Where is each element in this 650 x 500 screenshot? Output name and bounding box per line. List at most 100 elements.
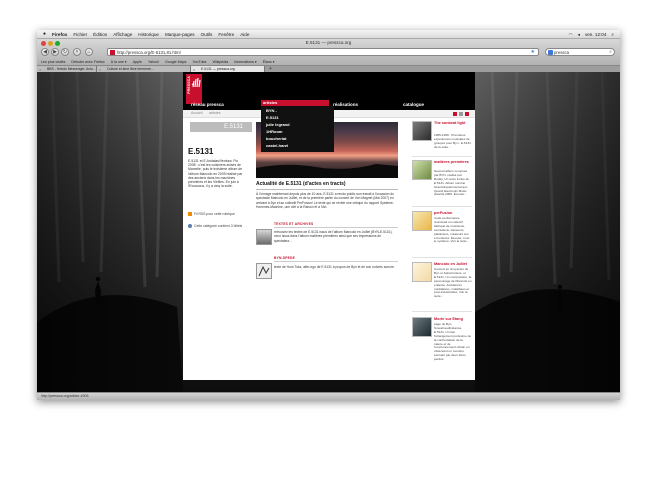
dropdown-item[interactable]: 1HRoom [266, 129, 282, 134]
home-button[interactable]: ⌂ [85, 48, 93, 56]
right-item-thumbnail[interactable] [412, 121, 432, 141]
bookmark-item[interactable]: Yahoo! [148, 60, 159, 64]
red-square-icon[interactable] [465, 112, 469, 116]
apple-icon[interactable]: ● [43, 31, 46, 37]
left-description: E.5131 et E.Andalas/Ventura. Fin 2008 : … [188, 159, 243, 189]
right-item-title[interactable]: perFusion [434, 211, 472, 215]
nav-reseau-pressca[interactable]: réseau pressca [191, 102, 224, 107]
bookmarks-bar: Les plus visités Débuter avec Firefox À … [37, 58, 620, 65]
rss-icon [188, 212, 192, 217]
section-text: retrouvez les textes de E.5131 issus de … [274, 230, 393, 243]
section-thumbnail[interactable] [256, 229, 272, 245]
menu-clock[interactable]: ven. 12:04 [585, 32, 606, 37]
tab-label: BBS - Hebdo Messenger, Actu... [47, 67, 96, 71]
gray-square-icon[interactable] [459, 112, 463, 116]
section-heading: TEXTES ET ARCHIVES [274, 222, 314, 226]
rss-link[interactable]: Fil RSS pour cette rubrique [188, 212, 248, 217]
hand-logo-icon [191, 77, 201, 88]
navigation-toolbar: ◀ ▶ ↻ × ⌂ http://pressca.org/E-5131,81.h… [37, 48, 620, 57]
left-title-bar: E.5131 [190, 122, 252, 132]
bookmark-item[interactable]: Wikipédia [213, 60, 229, 64]
bookmark-item[interactable]: À la une ▾ [111, 60, 127, 64]
bookmark-item[interactable]: Apple [133, 60, 142, 64]
pressca-logo[interactable]: PRESSCA [186, 74, 202, 104]
right-item-text: page de Byn, Smeall.audinstanca, E.5131.… [434, 322, 472, 362]
bookmark-star-icon[interactable]: ★ [531, 49, 535, 55]
search-text: pressca [554, 49, 570, 55]
wifi-icon[interactable]: ◠ [569, 32, 573, 38]
dropdown-item[interactable]: BYN - [266, 108, 277, 113]
search-engine-icon[interactable] [548, 50, 553, 55]
category-info-label: Cette catégorie contient 3 billets [194, 224, 243, 228]
spotlight-icon[interactable]: ⌕ [611, 32, 614, 37]
search-input[interactable]: pressca ⌕ [545, 48, 615, 56]
menu-item-affichage[interactable]: Affichage [113, 32, 132, 37]
right-item-text: 1965-1996 : Premières expériences musica… [434, 133, 471, 149]
volume-icon[interactable]: ◂ [578, 32, 580, 38]
section-thumbnail[interactable] [256, 263, 272, 279]
nav-artistes[interactable]: artistes [263, 100, 277, 105]
page-title: E.5131 [188, 147, 214, 156]
dropdown-item[interactable]: E.5131 [266, 115, 279, 120]
bookmark-item[interactable]: Google Maps [165, 60, 186, 64]
back-button[interactable]: ◀ [41, 48, 49, 56]
divider [274, 227, 398, 228]
menu-item-edition[interactable]: Édition [93, 32, 107, 37]
site-header: PRESSCA réseau pressca artistes réalisat… [183, 72, 475, 110]
menu-app-name[interactable]: Firefox [52, 32, 67, 37]
right-item-text: Cette performance réunissait un collecti… [434, 216, 470, 244]
search-icon[interactable]: ⌕ [609, 49, 612, 55]
forward-button[interactable]: ▶ [51, 48, 59, 56]
stop-icon[interactable]: × [73, 48, 81, 56]
divider [412, 311, 472, 312]
breadcrumb-home[interactable]: Accueil [191, 111, 203, 115]
nav-realisations[interactable]: réalisations [333, 102, 358, 107]
divider [412, 257, 472, 258]
tab-strip: × BBS - Hebdo Messenger, Actu... × Cultu… [37, 65, 620, 73]
rss-link-label: Fil RSS pour cette rubrique [194, 212, 235, 216]
divider [274, 261, 398, 262]
bookmark-item[interactable]: Débuter avec Firefox [71, 60, 104, 64]
url-input[interactable]: http://pressca.org/E-5131,81.html ★ [107, 48, 539, 56]
menu-item-marque-pages[interactable]: Marque-pages [165, 32, 195, 37]
sketch-thumbnail-icon [258, 265, 270, 277]
site-favicon-icon [110, 50, 115, 55]
red-square-icon[interactable] [453, 112, 457, 116]
nav-catalogue[interactable]: catalogue [403, 102, 424, 107]
right-item-thumbnail[interactable] [412, 160, 432, 180]
menu-item-fichier[interactable]: Fichier [73, 32, 87, 37]
url-text: http://pressca.org/E-5131,81.html [117, 49, 181, 55]
menu-item-historique[interactable]: Historique [138, 32, 159, 37]
window-title: E.5131 — pressca.org [305, 40, 352, 45]
divider [256, 189, 398, 190]
status-bar: http://pressca.org/article-4905 [37, 392, 620, 400]
breadcrumb-artistes[interactable]: artistes [209, 111, 221, 115]
menu-item-outils[interactable]: Outils [201, 32, 213, 37]
divider [412, 206, 472, 207]
right-item-thumbnail[interactable] [412, 317, 432, 337]
right-item-thumbnail[interactable] [412, 262, 432, 282]
main-paragraph: À l'ovnage maintenant depuis plus de 10 … [256, 192, 394, 209]
dropdown-item[interactable]: julie legrand [266, 122, 290, 127]
site-page: PRESSCA réseau pressca artistes réalisat… [183, 72, 475, 380]
menu-item-fenetre[interactable]: Fenêtre [218, 32, 234, 37]
menu-item-aide[interactable]: Aide [240, 32, 249, 37]
right-item-title[interactable]: The sunbeat light [434, 121, 472, 125]
artistes-dropdown-menu: BYN - E.5131 julie legrand 1HRoom bouche… [261, 106, 334, 152]
bookmark-item[interactable]: Les plus visités [41, 60, 65, 64]
bookmark-item[interactable]: Informations ▾ [234, 60, 257, 64]
right-item-thumbnail[interactable] [412, 211, 432, 231]
right-item-title[interactable]: matières premières [434, 160, 472, 164]
right-item-text: Second album composé par BYN, réalisé pa… [434, 169, 470, 197]
category-icon [188, 224, 192, 229]
bookmark-item[interactable]: Élans ▾ [263, 60, 275, 64]
reload-button[interactable]: ↻ [61, 48, 69, 56]
right-item-title[interactable]: Mancolo en Juillet [434, 262, 472, 266]
dropdown-item[interactable]: boucheriat [266, 136, 286, 141]
browser-window: ● Firefox Fichier Édition Affichage Hist… [37, 30, 620, 400]
divider [412, 156, 472, 157]
right-item-title[interactable]: Morte sur Etang [434, 317, 472, 321]
bookmark-item[interactable]: YouTube [192, 60, 206, 64]
dropdown-item[interactable]: castel-harel [266, 143, 288, 148]
main-heading: Actualité de E.5131 (d'actes en tracts) [256, 181, 346, 187]
